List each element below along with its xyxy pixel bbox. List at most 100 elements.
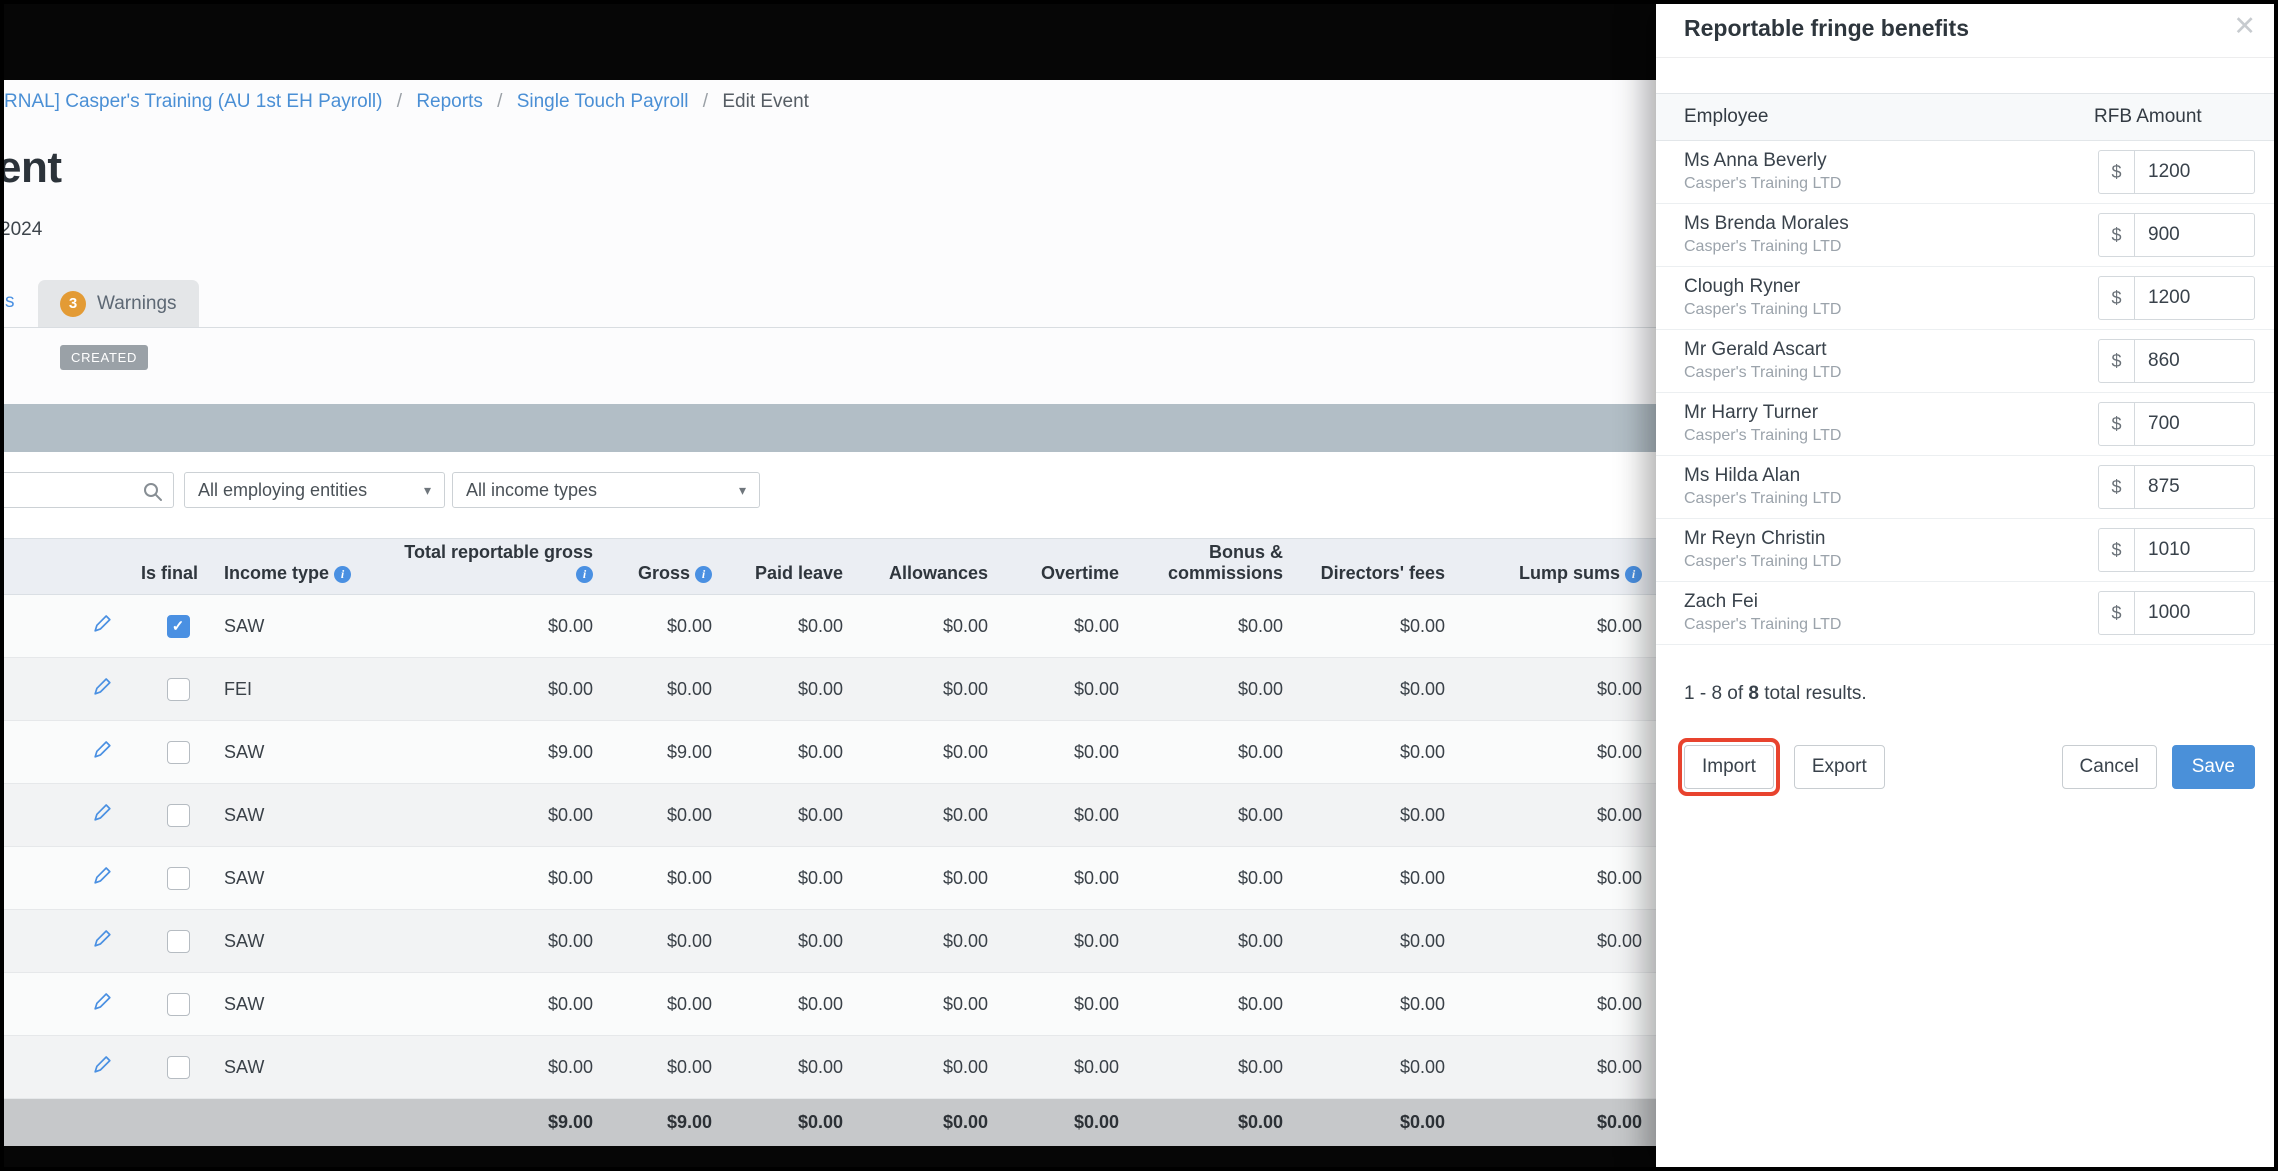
rfb-amount-input[interactable]: $700 [2098, 402, 2255, 446]
income-types-select[interactable]: All income types ▾ [452, 472, 760, 508]
rfb-amount-input[interactable]: $1000 [2098, 591, 2255, 635]
rfb-amount-value: 1200 [2148, 287, 2191, 308]
amount-cell: $0.00 [726, 783, 857, 847]
is-final-checkbox[interactable] [166, 803, 190, 827]
edit-row-icon[interactable] [92, 991, 113, 1012]
amount-cell: $0.00 [726, 972, 857, 1036]
breadcrumb-separator: / [702, 91, 709, 112]
rfb-amount-input[interactable]: $1200 [2098, 276, 2255, 320]
amount-cell: $0.00 [1459, 972, 1656, 1036]
amount-cell: $0.00 [1297, 846, 1459, 910]
rfb-amount-input[interactable]: $1010 [2098, 528, 2255, 572]
info-icon[interactable]: i [334, 566, 352, 583]
filter-bar: All employing entities ▾ All income type… [0, 452, 1656, 538]
totals-cell: $0.00 [1297, 1098, 1459, 1147]
rfb-amount-input[interactable]: $900 [2098, 213, 2255, 257]
info-icon[interactable]: i [1625, 566, 1642, 583]
edit-row-icon[interactable] [92, 1054, 113, 1075]
search-input[interactable] [0, 472, 174, 508]
chevron-down-icon: ▾ [738, 481, 746, 498]
amount-cell: $0.00 [607, 657, 726, 721]
is-final-checkbox[interactable] [166, 992, 190, 1016]
breadcrumb-link-reports[interactable]: Reports [416, 91, 483, 112]
save-button[interactable]: Save [2171, 745, 2255, 789]
amount-cell: $0.00 [402, 972, 607, 1036]
rfb-amount-value: 875 [2148, 476, 2180, 497]
income-type-cell: SAW [215, 1035, 402, 1099]
page-subtitle-date: 2024 [0, 219, 43, 240]
edit-row-icon[interactable] [92, 928, 113, 949]
income-types-value: All income types [466, 479, 598, 500]
rfb-amount-value: 1200 [2148, 161, 2191, 182]
edit-row-icon[interactable] [92, 802, 113, 823]
is-final-checkbox[interactable] [166, 740, 190, 764]
employing-entities-select[interactable]: All employing entities ▾ [184, 472, 445, 508]
amount-cell: $0.00 [402, 594, 607, 658]
edit-row-icon[interactable] [92, 739, 113, 760]
amount-cell: $0.00 [607, 594, 726, 658]
rfb-amount-input[interactable]: $875 [2098, 465, 2255, 509]
drawer-title: Reportable fringe benefits [1684, 15, 1969, 41]
amount-cell: $0.00 [1459, 1035, 1656, 1099]
breadcrumb-link-business[interactable]: RNAL] Casper's Training (AU 1st EH Payro… [4, 91, 382, 112]
income-type-cell: FEI [215, 657, 402, 721]
amount-cell: $0.00 [1459, 909, 1656, 973]
totals-cell: $0.00 [1002, 1098, 1133, 1147]
tab-warnings[interactable]: 3 Warnings [38, 280, 199, 327]
edit-row-icon[interactable] [92, 865, 113, 886]
amount-cell: $0.00 [726, 594, 857, 658]
amount-cell: $0.00 [726, 846, 857, 910]
is-final-checkbox[interactable] [166, 929, 190, 953]
amount-cell: $0.00 [857, 972, 1002, 1036]
amount-cell: $0.00 [726, 909, 857, 973]
tab-employees-partial[interactable]: s [5, 291, 15, 313]
amount-cell: $0.00 [1297, 594, 1459, 658]
amount-cell: $0.00 [402, 846, 607, 910]
breadcrumb-link-stp[interactable]: Single Touch Payroll [517, 91, 689, 112]
income-type-cell: SAW [215, 909, 402, 973]
payroll-app: RNAL] Casper's Training (AU 1st EH Payro… [0, 0, 1656, 1171]
amount-cell: $0.00 [402, 657, 607, 721]
rfb-amount-input[interactable]: $1200 [2098, 150, 2255, 194]
rfb-employee-row: Mr Harry Turner Casper's Training LTD $700 [1656, 393, 2278, 456]
amount-cell: $0.00 [1133, 909, 1297, 973]
status-badge: CREATED [60, 345, 149, 370]
cancel-button[interactable]: Cancel [2061, 745, 2157, 789]
totals-cell: $0.00 [857, 1098, 1002, 1147]
is-final-checkbox[interactable] [166, 1055, 190, 1079]
amount-cell: $0.00 [1002, 1035, 1133, 1099]
info-icon[interactable]: i [695, 566, 712, 583]
is-final-checkbox[interactable]: ✓ [166, 614, 190, 638]
edit-row-icon[interactable] [92, 676, 113, 697]
amount-cell: $0.00 [607, 909, 726, 973]
rfb-amount-value: 700 [2148, 413, 2180, 434]
amount-cell: $0.00 [1459, 657, 1656, 721]
totals-empty-cell [0, 1098, 402, 1147]
is-final-checkbox[interactable] [166, 677, 190, 701]
is-final-checkbox[interactable] [166, 866, 190, 890]
amount-cell: $0.00 [402, 1035, 607, 1099]
rfb-amount-input[interactable]: $860 [2098, 339, 2255, 383]
employee-name: Zach Fei [1684, 591, 1758, 612]
amount-cell: $0.00 [1459, 783, 1656, 847]
employee-name: Ms Brenda Morales [1684, 213, 1849, 234]
rfb-employee-row: Clough Ryner Casper's Training LTD $1200 [1656, 267, 2278, 330]
edit-row-icon[interactable] [92, 613, 113, 634]
rfb-employee-row: Mr Reyn Christin Casper's Training LTD $10… [1656, 519, 2278, 582]
amount-cell: $0.00 [1459, 720, 1656, 784]
amount-cell: $0.00 [1297, 1035, 1459, 1099]
employee-name: Mr Gerald Ascart [1684, 339, 1827, 360]
employee-company: Casper's Training LTD [1684, 364, 1842, 381]
amount-cell: $0.00 [726, 657, 857, 721]
amount-cell: $0.00 [402, 909, 607, 973]
close-icon[interactable]: ✕ [2233, 11, 2256, 42]
export-button[interactable]: Export [1793, 745, 1885, 789]
page-title: ent [0, 143, 62, 192]
amount-cell: $0.00 [1133, 846, 1297, 910]
info-icon[interactable]: i [576, 566, 593, 583]
amount-cell: $9.00 [402, 720, 607, 784]
import-button[interactable]: Import [1684, 745, 1774, 789]
breadcrumb-separator: / [497, 91, 503, 112]
rfb-employee-row: Ms Brenda Morales Casper's Training LTD $9… [1656, 204, 2278, 267]
totals-cell: $0.00 [726, 1098, 857, 1147]
